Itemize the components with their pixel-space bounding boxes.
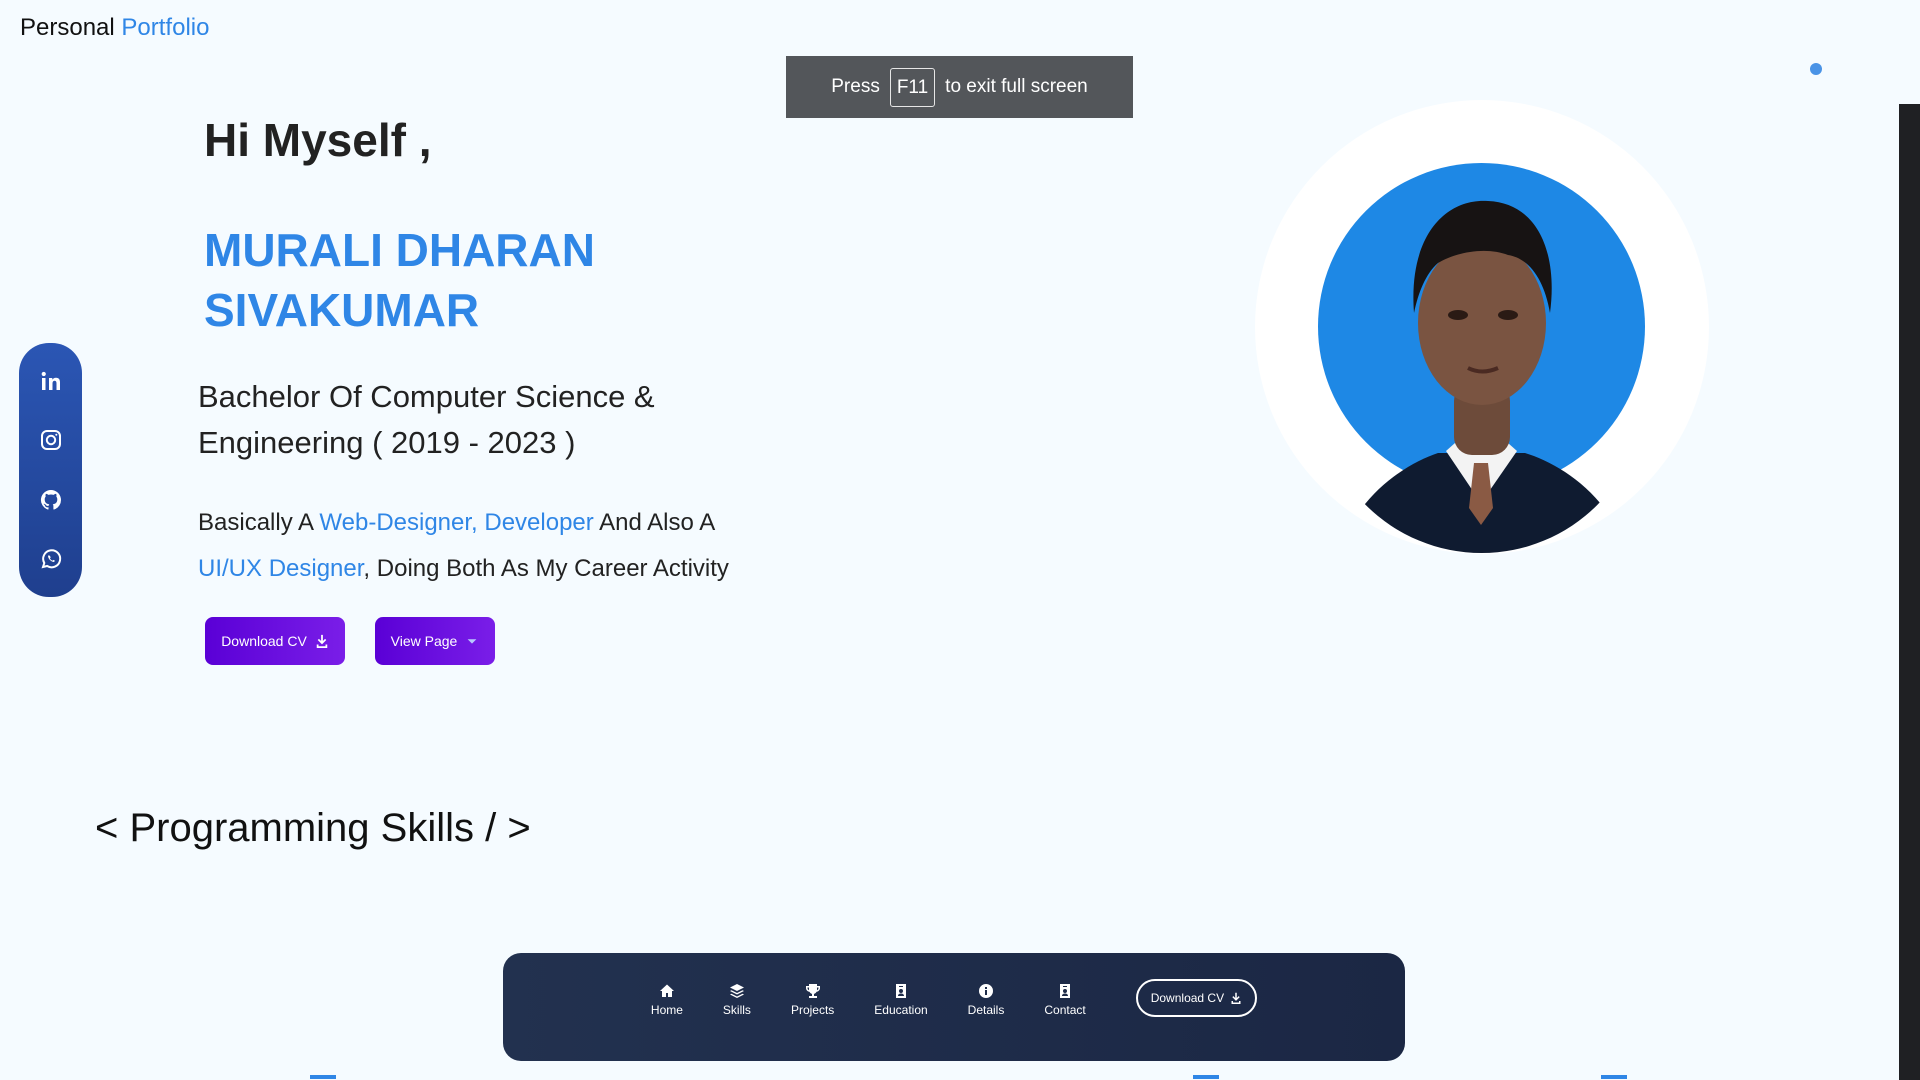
- summary: Basically A Web-Designer, Developer And …: [198, 500, 758, 592]
- toast-post: to exit full screen: [945, 76, 1088, 97]
- toast-key: F11: [889, 67, 936, 107]
- view-page-button[interactable]: View Page: [375, 617, 495, 665]
- bottom-nav: Home Skills Projects Education Details C…: [503, 953, 1405, 1061]
- social-bar: [19, 343, 82, 597]
- section-stub: [1193, 1075, 1219, 1079]
- indicator-dot: [1810, 63, 1822, 75]
- hero-name-line1: MURALI DHARAN: [204, 224, 595, 276]
- contact-card-icon: [1060, 984, 1071, 998]
- fullscreen-toast: Press F11 to exit full screen: [786, 56, 1133, 118]
- layers-icon: [729, 984, 744, 998]
- linkedin-icon[interactable]: [37, 367, 65, 395]
- download-cv-label: Download CV: [221, 633, 307, 649]
- download-icon: [316, 634, 328, 648]
- nav-home[interactable]: Home: [651, 983, 683, 1017]
- github-icon[interactable]: [37, 486, 65, 514]
- summary-highlight-2a: UI/UX: [198, 555, 263, 582]
- nav-skills-label: Skills: [722, 1003, 751, 1017]
- caret-down-icon: [467, 639, 477, 644]
- view-page-label: View Page: [390, 633, 458, 649]
- nav-projects[interactable]: Projects: [791, 983, 834, 1017]
- summary-text-1: Basically A: [198, 509, 320, 536]
- trophy-icon: [805, 984, 820, 998]
- nav-education-label: Education: [874, 1003, 928, 1017]
- nav-details[interactable]: Details: [967, 983, 1005, 1017]
- nav-details-label: Details: [967, 1003, 1005, 1017]
- toast-pre: Press: [831, 76, 880, 97]
- summary-text-2: And Also A: [593, 509, 714, 536]
- download-cv-button[interactable]: Download CV: [205, 617, 345, 665]
- hero-name-line2: SIVAKUMAR: [204, 284, 480, 336]
- summary-highlight-1: Web-Designer, Developer: [319, 509, 594, 536]
- brand-accent: Portfolio: [121, 14, 210, 41]
- section-stub: [1601, 1075, 1627, 1079]
- home-icon: [659, 984, 674, 997]
- degree-line1: Bachelor Of Computer Science &: [198, 379, 655, 414]
- nav-projects-label: Projects: [790, 1003, 835, 1017]
- nav-contact[interactable]: Contact: [1044, 983, 1086, 1017]
- summary-text-3: , Doing Both As My Career Activity: [363, 555, 729, 582]
- whatsapp-icon[interactable]: [37, 545, 65, 573]
- scrollbar[interactable]: [1899, 104, 1920, 1080]
- hero-name: MURALI DHARAN SIVAKUMAR: [204, 220, 595, 340]
- degree: Bachelor Of Computer Science & Engineeri…: [198, 374, 718, 466]
- summary-highlight-2b: Designer: [268, 555, 364, 582]
- nav-skills[interactable]: Skills: [723, 983, 751, 1017]
- degree-line2: Engineering ( 2019 - 2023 ): [198, 425, 576, 460]
- nav-contact-label: Contact: [1044, 1003, 1086, 1017]
- site-brand[interactable]: Personal Portfolio: [20, 14, 209, 42]
- nav-download-cv-button[interactable]: Download CV: [1135, 979, 1258, 1017]
- profile-photo: [1318, 163, 1645, 553]
- section-title-skills: < Programming Skills / >: [95, 806, 531, 850]
- brand-primary: Personal: [20, 14, 115, 41]
- nav-download-cv-label: Download CV: [1150, 991, 1225, 1005]
- download-icon: [1231, 992, 1241, 1004]
- info-icon: [979, 984, 994, 998]
- section-stub: [310, 1075, 336, 1079]
- id-card-icon: [895, 984, 906, 998]
- nav-education[interactable]: Education: [874, 983, 928, 1017]
- greeting: Hi Myself ,: [204, 114, 432, 166]
- instagram-icon[interactable]: [37, 426, 65, 454]
- nav-home-label: Home: [650, 1003, 683, 1017]
